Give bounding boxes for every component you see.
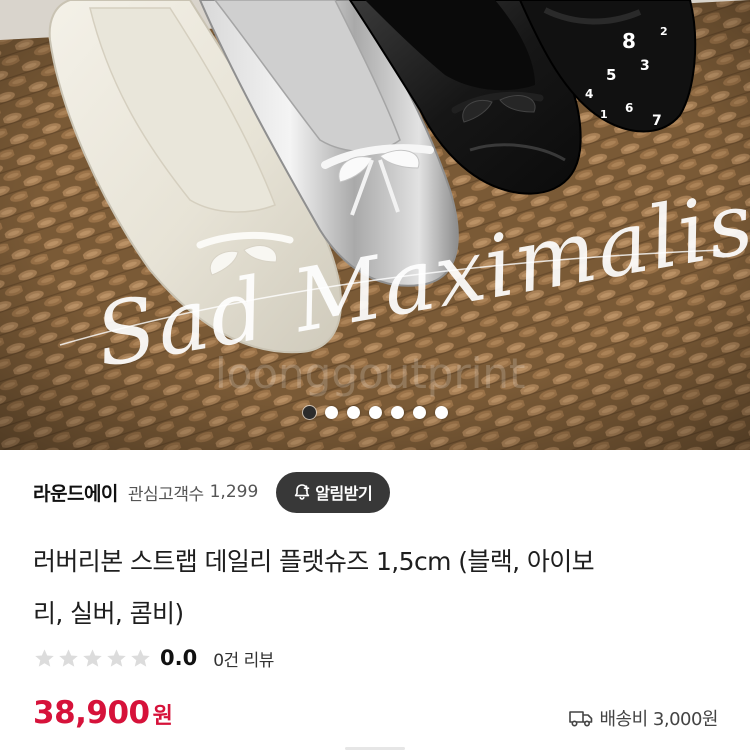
star-empty-icon [83, 648, 102, 667]
notify-button[interactable]: 알림받기 [276, 471, 391, 513]
shoe-digit: 1 [600, 108, 608, 121]
price-amount: 38,900 [33, 695, 150, 731]
shipping-info[interactable]: 배송비 3,000원 [568, 704, 719, 732]
star-empty-icon [107, 648, 126, 667]
carousel-dot[interactable] [368, 406, 382, 419]
product-title-line: 러버리본 스트랩 데일리 플랫슈즈 1,5cm (블랙, 아이보 [33, 547, 595, 576]
star-empty-icon [59, 648, 78, 667]
product-title-line: 리, 실버, 콤비) [33, 599, 184, 628]
favorite-customers-label: 관심고객수 [127, 484, 204, 505]
shoe-digit: 4 [585, 87, 593, 101]
star-empty-icon [131, 648, 150, 667]
shoe-digit: 2 [660, 25, 668, 38]
notify-button-label: 알림받기 [315, 484, 373, 503]
store-name-link[interactable]: 라운드에이 [33, 479, 118, 506]
rating-row: 0.0 0건 리뷰 [33, 643, 274, 673]
seller-row: 라운드에이 관심고객수 1,299 알림받기 [33, 470, 391, 514]
carousel-dot[interactable] [346, 406, 360, 419]
shoe-digit: 7 [652, 113, 662, 129]
carousel-indicator [0, 406, 750, 419]
rating-value: 0.0 [160, 646, 198, 670]
star-empty-icon [35, 648, 54, 667]
star-rating [33, 647, 152, 670]
shoe-digit: 6 [625, 101, 633, 115]
price-row: 38,900 원 [33, 695, 173, 739]
carousel-dot[interactable] [324, 406, 338, 419]
carousel-dot[interactable] [434, 406, 448, 419]
review-count-link[interactable]: 0건 리뷰 [213, 646, 274, 671]
shipping-fee: 배송비 3,000원 [599, 709, 719, 730]
product-photo: 8 5 3 4 7 6 1 2 loonggoutprint Sad Maxim… [0, 0, 750, 450]
shoe-digit: 8 [622, 29, 636, 53]
product-image-carousel[interactable]: 8 5 3 4 7 6 1 2 loonggoutprint Sad Maxim… [0, 0, 750, 450]
truck-icon [568, 711, 592, 727]
carousel-dot-active[interactable] [302, 406, 316, 419]
carousel-dot[interactable] [390, 406, 404, 419]
shoe-digit: 3 [640, 58, 650, 74]
carousel-dot[interactable] [412, 406, 426, 419]
bell-plus-icon [295, 484, 310, 500]
price-currency: 원 [152, 704, 173, 729]
shoe-digit: 5 [606, 66, 616, 84]
product-title: 러버리본 스트랩 데일리 플랫슈즈 1,5cm (블랙, 아이보 리, 실버, … [33, 536, 723, 640]
favorite-customers-count: 1,299 [209, 482, 259, 502]
